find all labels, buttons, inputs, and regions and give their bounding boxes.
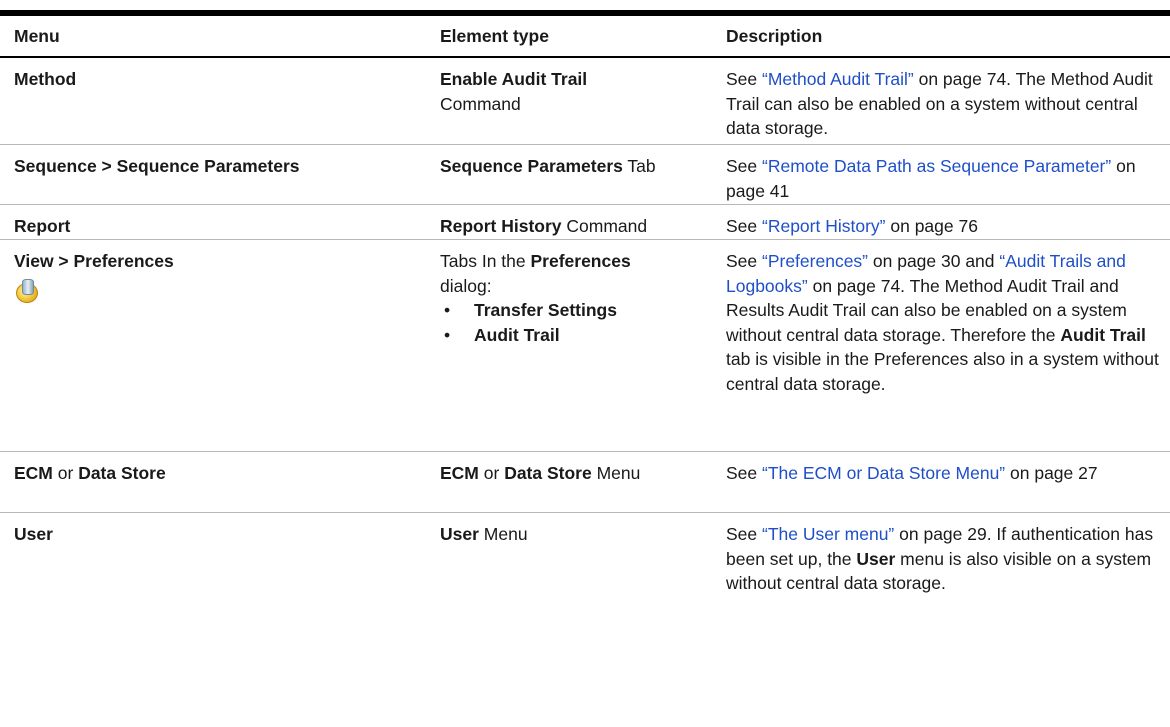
- cross-reference-link[interactable]: “Method Audit Trail”: [762, 69, 914, 89]
- description-cell: See “Report History” on page 76: [715, 214, 1170, 239]
- desc-text: on page 27: [1005, 463, 1098, 483]
- cross-reference-link[interactable]: “Preferences”: [762, 251, 868, 271]
- cross-reference-link[interactable]: “The ECM or Data Store Menu”: [762, 463, 1005, 483]
- desc-bold: Audit Trail: [1060, 324, 1146, 345]
- table-row: Sequence > Sequence Parameters Sequence …: [0, 145, 1170, 205]
- element-type-cell: Enable Audit Trail Command: [430, 67, 715, 144]
- desc-text: on page 76: [885, 216, 978, 236]
- element-type-cell: User Menu: [430, 522, 715, 623]
- description-cell: See “The User menu” on page 29. If authe…: [715, 522, 1170, 623]
- element-text: Tabs In the: [440, 251, 531, 271]
- table-row: User User Menu See “The User menu” on pa…: [0, 513, 1170, 623]
- tab-list: Transfer Settings Audit Trail: [440, 298, 715, 347]
- element-name: User: [440, 524, 479, 544]
- description-cell: See “The ECM or Data Store Menu” on page…: [715, 461, 1170, 512]
- preferences-icon: [14, 278, 38, 303]
- element-name: Preferences: [530, 251, 631, 271]
- menu-name: Data Store: [78, 463, 166, 483]
- menu-cell: Sequence > Sequence Parameters: [14, 156, 300, 176]
- menu-name: ECM: [14, 463, 53, 483]
- desc-text: See: [726, 251, 762, 271]
- menu-cell: View > Preferences: [0, 249, 430, 451]
- description-cell: See “Method Audit Trail” on page 74. The…: [715, 67, 1170, 144]
- menu-text: or: [52, 463, 79, 483]
- description-cell: See “Remote Data Path as Sequence Parame…: [715, 154, 1170, 204]
- desc-text: See: [726, 463, 762, 483]
- cross-reference-link[interactable]: “Remote Data Path as Sequence Parameter”: [762, 156, 1111, 176]
- table-row: Method Enable Audit Trail Command See “M…: [0, 58, 1170, 145]
- element-name: Data Store: [504, 463, 592, 483]
- desc-text: tab is visible in the Preferences also i…: [726, 349, 1159, 394]
- reference-table: Menu Element type Description Method Ena…: [0, 10, 1170, 623]
- header-menu: Menu: [14, 25, 60, 46]
- cross-reference-link[interactable]: “Report History”: [762, 216, 886, 236]
- element-type-cell: Tabs In the Preferences dialog: Transfer…: [430, 249, 715, 451]
- cross-reference-link[interactable]: “The User menu”: [762, 524, 894, 544]
- element-kind: Menu: [591, 463, 641, 483]
- header-element-type: Element type: [440, 25, 549, 46]
- menu-cell: Report: [14, 216, 71, 236]
- element-text: or: [478, 463, 505, 483]
- desc-bold: User: [856, 548, 896, 569]
- element-kind: Command: [561, 216, 648, 236]
- cylinder-shape: [22, 278, 34, 295]
- element-kind: Command: [440, 93, 521, 114]
- element-type-cell: ECM or Data Store Menu: [430, 461, 715, 512]
- table-row: ECM or Data Store ECM or Data Store Menu…: [0, 452, 1170, 513]
- table-row: View > Preferences Tabs In the Preferenc…: [0, 240, 1170, 452]
- menu-path: View > Preferences: [14, 251, 174, 271]
- menu-cell: Method: [14, 69, 77, 89]
- element-text: dialog:: [440, 275, 492, 296]
- table-header-row: Menu Element type Description: [0, 16, 1170, 58]
- element-name: ECM: [440, 463, 479, 483]
- element-kind: Menu: [478, 524, 528, 544]
- element-kind: Tab: [622, 156, 656, 176]
- description-cell: See “Preferences” on page 30 and “Audit …: [715, 249, 1170, 451]
- header-description: Description: [726, 25, 823, 46]
- list-item: Transfer Settings: [440, 298, 715, 323]
- desc-text: See: [726, 216, 762, 236]
- element-name: Report History: [440, 216, 562, 236]
- element-type-cell: Sequence Parameters Tab: [430, 154, 715, 204]
- table-row: Report Report History Command See “Repor…: [0, 205, 1170, 240]
- menu-cell: ECM or Data Store: [0, 461, 430, 512]
- desc-text: See: [726, 524, 762, 544]
- desc-text: on page 30 and: [868, 251, 1000, 271]
- menu-cell: User: [14, 524, 53, 544]
- element-type-cell: Report History Command: [430, 214, 715, 239]
- element-name: Sequence Parameters: [440, 156, 623, 176]
- element-name: Enable Audit Trail: [440, 69, 588, 89]
- list-item: Audit Trail: [440, 323, 715, 348]
- desc-text: See: [726, 69, 762, 89]
- desc-text: See: [726, 156, 762, 176]
